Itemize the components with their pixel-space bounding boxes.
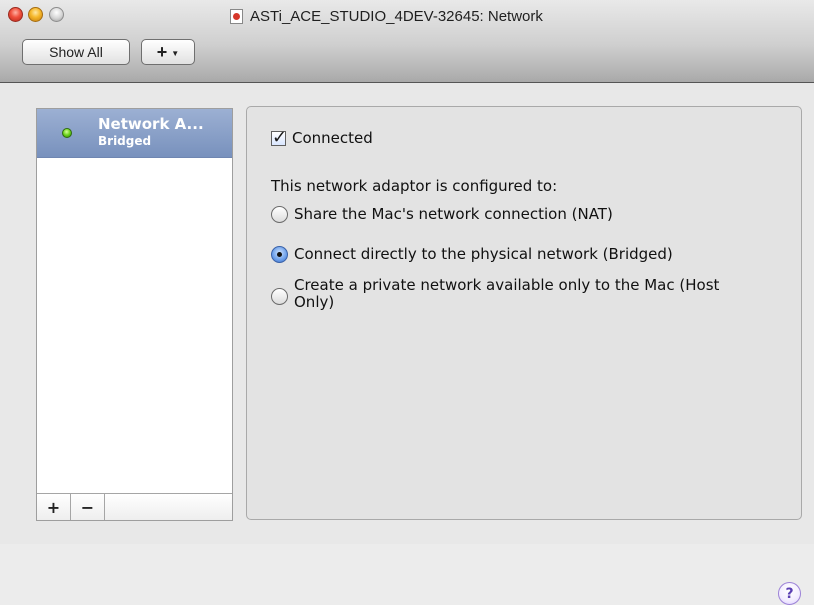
add-menu-button[interactable]: + ▼ [141, 39, 195, 65]
adapter-settings-panel: Connected This network adaptor is config… [246, 106, 802, 605]
option-host-only-row[interactable]: Create a private network available only … [271, 277, 764, 311]
option-bridged-row[interactable]: Connect directly to the physical network… [271, 245, 673, 263]
document-icon [230, 8, 243, 24]
connected-checkbox[interactable] [271, 127, 287, 148]
status-indicator-icon [62, 128, 72, 138]
minimize-icon[interactable] [28, 7, 43, 22]
close-icon[interactable] [8, 7, 23, 22]
help-button[interactable]: ? [778, 582, 801, 605]
configured-heading: This network adaptor is configured to: [271, 177, 558, 195]
window-title-group: ASTi_ACE_STUDIO_4DEV-32645: Network [230, 6, 543, 26]
option-nat-row[interactable]: Share the Mac's network connection (NAT) [271, 205, 613, 223]
show-all-button[interactable]: Show All [22, 39, 130, 65]
host-only-option-label: Create a private network available only … [294, 276, 720, 311]
window-title: ASTi_ACE_STUDIO_4DEV-32645: Network [250, 7, 543, 25]
host-only-radio[interactable] [271, 288, 288, 305]
zoom-icon[interactable] [49, 7, 64, 22]
add-adapter-button[interactable]: + [37, 494, 71, 520]
add-icon: + [156, 41, 168, 62]
sidebar-item-network-adapter[interactable]: Network A... Bridged [37, 109, 232, 158]
sidebar-item-subtitle: Bridged [98, 134, 152, 148]
connected-label: Connected [292, 129, 373, 147]
bridged-radio[interactable] [271, 245, 288, 263]
sidebar-item-label: Network A... [98, 115, 204, 133]
window-toolbar: ASTi_ACE_STUDIO_4DEV-32645: Network Show… [0, 0, 814, 83]
nat-option-label: Share the Mac's network connection (NAT) [294, 205, 613, 223]
configured-heading-row: This network adaptor is configured to: [271, 177, 557, 195]
bridged-option-label: Connect directly to the physical network… [294, 245, 673, 263]
network-settings-window: ASTi_ACE_STUDIO_4DEV-32645: Network Show… [0, 0, 814, 605]
network-adapter-list: Network A... Bridged + − [36, 108, 233, 521]
nat-radio[interactable] [271, 205, 288, 223]
remove-adapter-button[interactable]: − [71, 494, 105, 520]
sidebar-actions: + − [37, 493, 232, 520]
connected-row[interactable]: Connected [271, 127, 373, 148]
chevron-down-icon: ▼ [171, 48, 180, 58]
